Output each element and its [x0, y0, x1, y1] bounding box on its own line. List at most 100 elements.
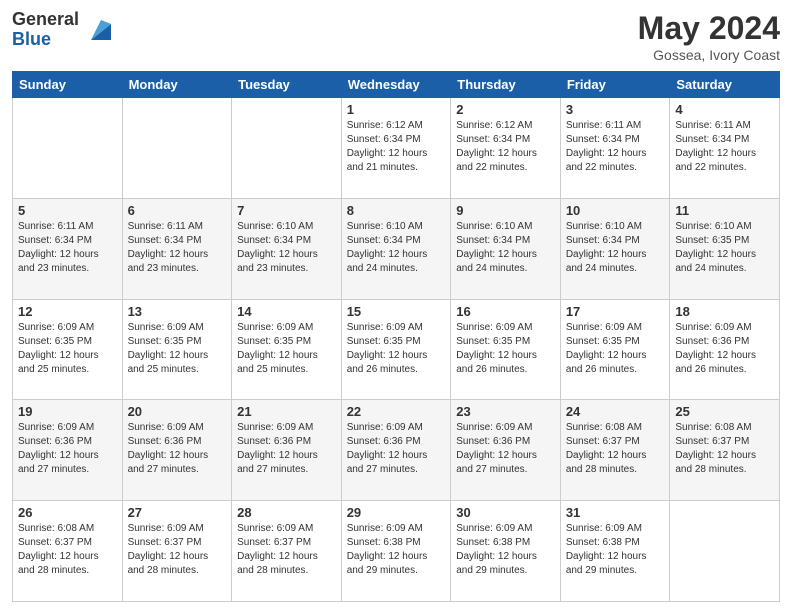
calendar-cell: 10Sunrise: 6:10 AM Sunset: 6:34 PM Dayli…	[560, 198, 670, 299]
calendar-cell	[13, 98, 123, 199]
day-number: 23	[456, 404, 555, 419]
day-info: Sunrise: 6:10 AM Sunset: 6:34 PM Dayligh…	[566, 220, 665, 276]
day-number: 21	[237, 404, 336, 419]
calendar-cell	[670, 501, 780, 602]
day-info: Sunrise: 6:09 AM Sunset: 6:38 PM Dayligh…	[347, 522, 446, 578]
day-info: Sunrise: 6:09 AM Sunset: 6:36 PM Dayligh…	[675, 321, 774, 377]
day-number: 13	[128, 304, 227, 319]
day-number: 14	[237, 304, 336, 319]
calendar-cell: 18Sunrise: 6:09 AM Sunset: 6:36 PM Dayli…	[670, 299, 780, 400]
day-number: 1	[347, 102, 446, 117]
day-info: Sunrise: 6:09 AM Sunset: 6:36 PM Dayligh…	[128, 421, 227, 477]
day-info: Sunrise: 6:09 AM Sunset: 6:36 PM Dayligh…	[347, 421, 446, 477]
logo-icon	[83, 16, 111, 44]
day-header-thursday: Thursday	[451, 72, 561, 98]
logo-blue: Blue	[12, 30, 79, 50]
calendar-cell: 12 Sunrise: 6:09 AM Sunset: 6:35 PM Dayli…	[13, 299, 123, 400]
day-number: 26	[18, 505, 117, 520]
day-header-friday: Friday	[560, 72, 670, 98]
day-info: Sunrise: 6:12 AM Sunset: 6:34 PM Dayligh…	[456, 119, 555, 175]
day-number: 25	[675, 404, 774, 419]
day-number: 29	[347, 505, 446, 520]
day-info: Sunrise: 6:09 AM Sunset: 6:36 PM Dayligh…	[456, 421, 555, 477]
calendar-week-0: 1 Sunrise: 6:12 AM Sunset: 6:34 PM Daylig…	[13, 98, 780, 199]
day-header-saturday: Saturday	[670, 72, 780, 98]
day-info: Sunrise: 6:09 AM Sunset: 6:35 PM Dayligh…	[456, 321, 555, 377]
day-info: Sunrise: 6:09 AM Sunset: 6:38 PM Dayligh…	[456, 522, 555, 578]
calendar-cell: 30 Sunrise: 6:09 AM Sunset: 6:38 PM Dayli…	[451, 501, 561, 602]
calendar-cell: 28 Sunrise: 6:09 AM Sunset: 6:37 PM Dayli…	[232, 501, 342, 602]
day-info: Sunrise: 6:09 AM Sunset: 6:37 PM Dayligh…	[237, 522, 336, 578]
day-info: Sunrise: 6:09 AM Sunset: 6:35 PM Dayligh…	[18, 321, 117, 377]
day-header-wednesday: Wednesday	[341, 72, 451, 98]
day-number: 24	[566, 404, 665, 419]
day-number: 12	[18, 304, 117, 319]
day-number: 27	[128, 505, 227, 520]
day-info: Sunrise: 6:12 AM Sunset: 6:34 PM Dayligh…	[347, 119, 446, 175]
calendar-cell: 2 Sunrise: 6:12 AM Sunset: 6:34 PM Daylig…	[451, 98, 561, 199]
day-info: Sunrise: 6:10 AM Sunset: 6:34 PM Dayligh…	[237, 220, 336, 276]
day-number: 20	[128, 404, 227, 419]
day-info: Sunrise: 6:09 AM Sunset: 6:35 PM Dayligh…	[566, 321, 665, 377]
calendar-cell: 24 Sunrise: 6:08 AM Sunset: 6:37 PM Dayli…	[560, 400, 670, 501]
calendar-week-3: 19 Sunrise: 6:09 AM Sunset: 6:36 PM Dayli…	[13, 400, 780, 501]
day-info: Sunrise: 6:11 AM Sunset: 6:34 PM Dayligh…	[675, 119, 774, 175]
day-header-sunday: Sunday	[13, 72, 123, 98]
calendar-cell: 25 Sunrise: 6:08 AM Sunset: 6:37 PM Dayli…	[670, 400, 780, 501]
day-number: 2	[456, 102, 555, 117]
day-info: Sunrise: 6:11 AM Sunset: 6:34 PM Dayligh…	[128, 220, 227, 276]
calendar-cell: 4Sunrise: 6:11 AM Sunset: 6:34 PM Daylig…	[670, 98, 780, 199]
day-info: Sunrise: 6:08 AM Sunset: 6:37 PM Dayligh…	[675, 421, 774, 477]
calendar-cell: 27 Sunrise: 6:09 AM Sunset: 6:37 PM Dayli…	[122, 501, 232, 602]
month-title: May 2024	[638, 10, 780, 47]
calendar-cell: 13 Sunrise: 6:09 AM Sunset: 6:35 PM Dayli…	[122, 299, 232, 400]
location: Gossea, Ivory Coast	[638, 47, 780, 63]
day-number: 28	[237, 505, 336, 520]
day-number: 22	[347, 404, 446, 419]
day-header-monday: Monday	[122, 72, 232, 98]
day-info: Sunrise: 6:10 AM Sunset: 6:34 PM Dayligh…	[347, 220, 446, 276]
day-number: 7	[237, 203, 336, 218]
calendar-cell: 7 Sunrise: 6:10 AM Sunset: 6:34 PM Daylig…	[232, 198, 342, 299]
calendar-cell	[122, 98, 232, 199]
calendar-cell: 23 Sunrise: 6:09 AM Sunset: 6:36 PM Dayli…	[451, 400, 561, 501]
day-info: Sunrise: 6:10 AM Sunset: 6:35 PM Dayligh…	[675, 220, 774, 276]
calendar-cell: 14 Sunrise: 6:09 AM Sunset: 6:35 PM Dayli…	[232, 299, 342, 400]
day-header-tuesday: Tuesday	[232, 72, 342, 98]
calendar-cell: 15Sunrise: 6:09 AM Sunset: 6:35 PM Dayli…	[341, 299, 451, 400]
calendar: SundayMondayTuesdayWednesdayThursdayFrid…	[12, 71, 780, 602]
day-info: Sunrise: 6:10 AM Sunset: 6:34 PM Dayligh…	[456, 220, 555, 276]
day-info: Sunrise: 6:09 AM Sunset: 6:37 PM Dayligh…	[128, 522, 227, 578]
day-number: 5	[18, 203, 117, 218]
calendar-cell: 9Sunrise: 6:10 AM Sunset: 6:34 PM Daylig…	[451, 198, 561, 299]
day-info: Sunrise: 6:09 AM Sunset: 6:36 PM Dayligh…	[18, 421, 117, 477]
calendar-cell: 22 Sunrise: 6:09 AM Sunset: 6:36 PM Dayli…	[341, 400, 451, 501]
calendar-week-4: 26 Sunrise: 6:08 AM Sunset: 6:37 PM Dayli…	[13, 501, 780, 602]
calendar-cell: 21 Sunrise: 6:09 AM Sunset: 6:36 PM Dayli…	[232, 400, 342, 501]
day-info: Sunrise: 6:09 AM Sunset: 6:35 PM Dayligh…	[237, 321, 336, 377]
calendar-cell: 19 Sunrise: 6:09 AM Sunset: 6:36 PM Dayli…	[13, 400, 123, 501]
calendar-cell: 16Sunrise: 6:09 AM Sunset: 6:35 PM Dayli…	[451, 299, 561, 400]
calendar-cell: 31Sunrise: 6:09 AM Sunset: 6:38 PM Dayli…	[560, 501, 670, 602]
day-number: 19	[18, 404, 117, 419]
calendar-week-1: 5 Sunrise: 6:11 AM Sunset: 6:34 PM Daylig…	[13, 198, 780, 299]
day-number: 17	[566, 304, 665, 319]
day-number: 30	[456, 505, 555, 520]
day-info: Sunrise: 6:09 AM Sunset: 6:38 PM Dayligh…	[566, 522, 665, 578]
calendar-cell: 6Sunrise: 6:11 AM Sunset: 6:34 PM Daylig…	[122, 198, 232, 299]
calendar-cell: 26 Sunrise: 6:08 AM Sunset: 6:37 PM Dayli…	[13, 501, 123, 602]
calendar-cell: 1 Sunrise: 6:12 AM Sunset: 6:34 PM Daylig…	[341, 98, 451, 199]
logo-general: General	[12, 10, 79, 30]
calendar-cell	[232, 98, 342, 199]
logo: General Blue	[12, 10, 111, 50]
calendar-cell: 3Sunrise: 6:11 AM Sunset: 6:34 PM Daylig…	[560, 98, 670, 199]
day-number: 8	[347, 203, 446, 218]
day-info: Sunrise: 6:08 AM Sunset: 6:37 PM Dayligh…	[18, 522, 117, 578]
day-info: Sunrise: 6:09 AM Sunset: 6:36 PM Dayligh…	[237, 421, 336, 477]
day-info: Sunrise: 6:09 AM Sunset: 6:35 PM Dayligh…	[128, 321, 227, 377]
day-number: 3	[566, 102, 665, 117]
header: General Blue May 2024 Gossea, Ivory Coas…	[12, 10, 780, 63]
day-info: Sunrise: 6:08 AM Sunset: 6:37 PM Dayligh…	[566, 421, 665, 477]
calendar-cell: 17 Sunrise: 6:09 AM Sunset: 6:35 PM Dayli…	[560, 299, 670, 400]
calendar-cell: 29 Sunrise: 6:09 AM Sunset: 6:38 PM Dayli…	[341, 501, 451, 602]
